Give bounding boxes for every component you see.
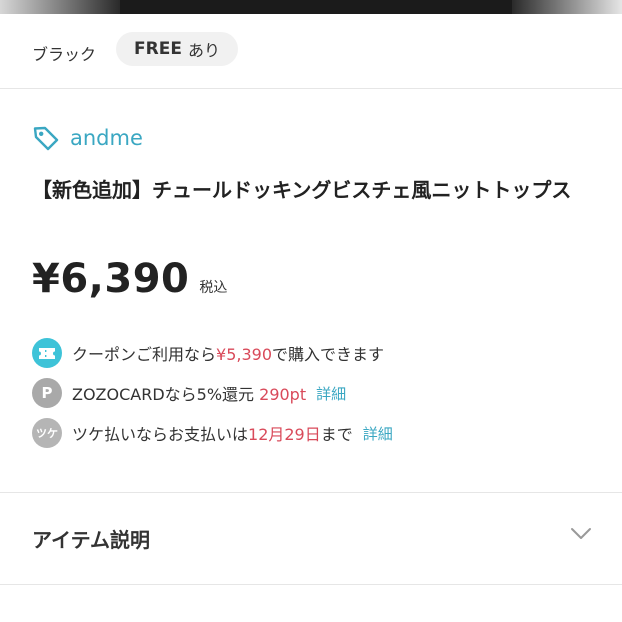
size-label: FREE xyxy=(134,39,182,59)
tsuke-benefit: ツケ ツケ払いならお支払いは12月29日まで 詳細 xyxy=(32,418,393,448)
coupon-ticket-icon xyxy=(32,338,62,368)
benefit-text: クーポンご利用なら¥5,390で購入できます xyxy=(72,345,385,364)
image-fade-left xyxy=(0,0,120,14)
item-description-label: アイテム説明 xyxy=(32,528,150,552)
points-value: 290pt xyxy=(259,385,307,404)
divider xyxy=(0,584,622,585)
tsuke-payment-icon: ツケ xyxy=(32,418,62,448)
size-chip[interactable]: FREE あり xyxy=(116,32,238,66)
tsuke-details-link[interactable]: 詳細 xyxy=(363,423,393,444)
brand-link[interactable]: andme xyxy=(32,124,143,152)
benefit-text: ZOZOCARDなら5%還元 290pt xyxy=(72,385,307,404)
chevron-down-icon xyxy=(571,528,591,539)
size-stock-status: あり xyxy=(187,41,220,60)
brand-name: andme xyxy=(70,126,143,150)
price-value: ¥6,390 xyxy=(32,256,190,302)
coupon-benefit[interactable]: クーポンご利用なら¥5,390で購入できます xyxy=(32,338,384,368)
variant-color-name: ブラック xyxy=(32,45,97,64)
zozocard-benefit: P ZOZOCARDなら5%還元 290pt 詳細 xyxy=(32,378,346,408)
zozocard-details-link[interactable]: 詳細 xyxy=(316,383,346,404)
point-p-icon: P xyxy=(32,378,62,408)
price-block: ¥6,390 税込 xyxy=(32,256,227,302)
tax-label: 税込 xyxy=(199,280,228,296)
tag-icon xyxy=(33,126,59,151)
product-image-strip xyxy=(0,0,622,14)
coupon-price: ¥5,390 xyxy=(216,345,272,364)
item-description-toggle[interactable]: アイテム説明 xyxy=(0,493,622,584)
benefit-text: ツケ払いならお支払いは12月29日まで xyxy=(72,425,353,444)
image-fade-right xyxy=(512,0,622,14)
product-title: 【新色追加】チュールドッキングビスチェ風ニットトップス xyxy=(32,178,572,202)
variant-row: ブラック FREE あり xyxy=(0,14,622,89)
payment-date: 12月29日 xyxy=(248,425,321,444)
